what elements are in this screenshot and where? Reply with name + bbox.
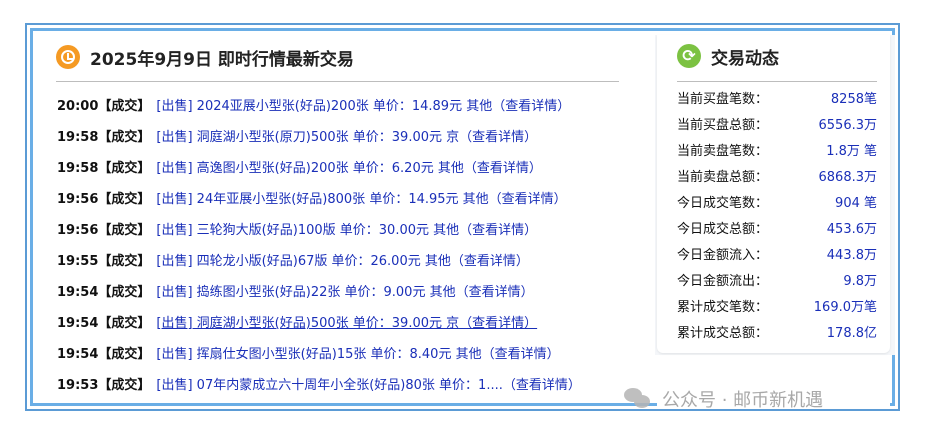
stat-row: 今日成交笔数： 904 笔 (677, 191, 877, 217)
trade-link[interactable]: [出售] 四轮龙小版(好品)67版 单价：26.00元 其他（查看详情） (156, 254, 528, 269)
trade-row: 20:00【成交】 [出售] 2024亚展小型张(好品)200张 单价：14.89… (57, 91, 632, 122)
trade-time: 19:58 (57, 130, 99, 145)
stat-row: 今日成交总额： 453.6万 (677, 217, 877, 243)
trade-row: 19:58【成交】 [出售] 高逸图小型张(好品)200张 单价：6.20元 其他… (57, 153, 632, 184)
stat-label: 当前卖盘总额： (677, 170, 769, 185)
trade-dynamics-header: ⟳ 交易动态 (677, 43, 779, 69)
trade-status: 【成交】 (98, 285, 151, 300)
trade-status: 【成交】 (98, 378, 151, 393)
trade-status: 【成交】 (98, 223, 151, 238)
trade-row: 19:54【成交】 [出售] 洞庭湖小型张(好品)500张 单价：39.00元 京… (57, 308, 632, 339)
latest-trades-panel: 2025年9月9日 即时行情最新交易 20:00【成交】 [出售] 2024亚展小… (37, 35, 637, 401)
stat-row: 当前卖盘总额： 6868.3万 (677, 165, 877, 191)
trade-dynamics-title: 交易动态 (711, 48, 779, 69)
trade-time: 20:00 (57, 99, 99, 114)
stat-label: 今日金额流出： (677, 274, 769, 289)
stats-list: 当前买盘笔数： 8258笔 当前买盘总额： 6556.3万 当前卖盘笔数： 1.8万 … (677, 87, 877, 347)
stat-value: 178.8亿 (826, 326, 877, 341)
trade-status: 【成交】 (98, 347, 151, 362)
stat-row: 当前卖盘笔数： 1.8万 笔 (677, 139, 877, 165)
trade-status: 【成交】 (98, 192, 151, 207)
trade-row: 19:53【成交】 [出售] 07年内蒙成立六十周年小全张(好品)80张 单价：1… (57, 370, 632, 401)
trade-status: 【成交】 (98, 99, 151, 114)
stat-value: 1.8万 笔 (826, 144, 877, 159)
refresh-icon: ⟳ (677, 44, 701, 68)
trade-link[interactable]: [出售] 高逸图小型张(好品)200张 单价：6.20元 其他（查看详情） (156, 161, 541, 176)
trade-time: 19:56 (57, 192, 99, 207)
stat-row: 累计成交总额： 178.8亿 (677, 321, 877, 347)
trade-time: 19:53 (57, 378, 99, 393)
trade-row: 19:56【成交】 [出售] 24年亚展小型张(好品)800张 单价：14.95元… (57, 184, 632, 215)
stat-value: 9.8万 (843, 274, 877, 289)
watermark-text: 公众号 · 邮币新机遇 (662, 390, 824, 411)
trade-row: 19:56【成交】 [出售] 三轮狗大版(好品)100版 单价：30.00元 其他… (57, 215, 632, 246)
trade-link[interactable]: [出售] 挥扇仕女图小型张(好品)15张 单价：8.40元 其他（查看详情） (156, 347, 559, 362)
clock-icon (56, 45, 80, 69)
trade-time: 19:54 (57, 347, 99, 362)
header-divider (677, 81, 877, 82)
wechat-icon (624, 388, 654, 410)
stat-row: 累计成交笔数： 169.0万笔 (677, 295, 877, 321)
stat-label: 当前买盘总额： (677, 118, 769, 133)
trade-time: 19:56 (57, 223, 99, 238)
stat-label: 今日成交总额： (677, 222, 769, 237)
trade-time: 19:54 (57, 316, 99, 331)
stat-row: 今日金额流出： 9.8万 (677, 269, 877, 295)
trade-row: 19:58【成交】 [出售] 洞庭湖小型张(原刀)500张 单价：39.00元 京… (57, 122, 632, 153)
stat-row: 当前买盘笔数： 8258笔 (677, 87, 877, 113)
trade-row: 19:54【成交】 [出售] 挥扇仕女图小型张(好品)15张 单价：8.40元 其… (57, 339, 632, 370)
trade-link[interactable]: [出售] 2024亚展小型张(好品)200张 单价：14.89元 其他（查看详情… (156, 99, 570, 114)
trade-status: 【成交】 (98, 254, 151, 269)
trade-link-hovered[interactable]: [出售] 洞庭湖小型张(好品)500张 单价：39.00元 京（查看详情） (156, 316, 537, 331)
trade-row: 19:54【成交】 [出售] 捣练图小型张(好品)22张 单价：9.00元 其他（… (57, 277, 632, 308)
stat-value: 6868.3万 (818, 170, 878, 185)
trade-list: 20:00【成交】 [出售] 2024亚展小型张(好品)200张 单价：14.89… (57, 91, 632, 401)
trade-status: 【成交】 (98, 316, 151, 331)
trade-time: 19:58 (57, 161, 99, 176)
trade-time: 19:54 (57, 285, 99, 300)
trade-link[interactable]: [出售] 洞庭湖小型张(原刀)500张 单价：39.00元 京（查看详情） (156, 130, 537, 145)
stat-label: 累计成交总额： (677, 326, 769, 341)
stat-label: 累计成交笔数： (677, 300, 769, 315)
stat-value: 6556.3万 (818, 118, 878, 133)
stat-value: 443.8万 (826, 248, 877, 263)
panel-title: 2025年9月9日 即时行情最新交易 (90, 49, 354, 70)
trade-link[interactable]: [出售] 捣练图小型张(好品)22张 单价：9.00元 其他（查看详情） (156, 285, 533, 300)
stat-value: 8258笔 (830, 92, 877, 107)
header-divider (56, 81, 619, 82)
stat-row: 当前买盘总额： 6556.3万 (677, 113, 877, 139)
trade-link[interactable]: [出售] 24年亚展小型张(好品)800张 单价：14.95元 其他（查看详情） (156, 192, 566, 207)
stat-label: 今日成交笔数： (677, 196, 769, 211)
trade-row: 19:55【成交】 [出售] 四轮龙小版(好品)67版 单价：26.00元 其他（… (57, 246, 632, 277)
trade-dynamics-panel: ⟳ 交易动态 当前买盘笔数： 8258笔 当前买盘总额： 6556.3万 当前卖盘笔… (657, 35, 890, 353)
stat-value: 453.6万 (826, 222, 877, 237)
trade-link[interactable]: [出售] 三轮狗大版(好品)100版 单价：30.00元 其他（查看详情） (156, 223, 537, 238)
trade-status: 【成交】 (98, 130, 151, 145)
watermark: 公众号 · 邮币新机遇 (624, 386, 823, 412)
stat-label: 今日金额流入： (677, 248, 769, 263)
latest-trades-header: 2025年9月9日 即时行情最新交易 (56, 44, 354, 70)
stat-value: 169.0万笔 (813, 300, 877, 315)
stat-label: 当前买盘笔数： (677, 92, 769, 107)
trade-link[interactable]: [出售] 07年内蒙成立六十周年小全张(好品)80张 单价：1....（查看详情… (156, 378, 580, 393)
stat-row: 今日金额流入： 443.8万 (677, 243, 877, 269)
stat-label: 当前卖盘笔数： (677, 144, 769, 159)
stat-value: 904 笔 (835, 196, 877, 211)
trade-time: 19:55 (57, 254, 99, 269)
trade-status: 【成交】 (98, 161, 151, 176)
